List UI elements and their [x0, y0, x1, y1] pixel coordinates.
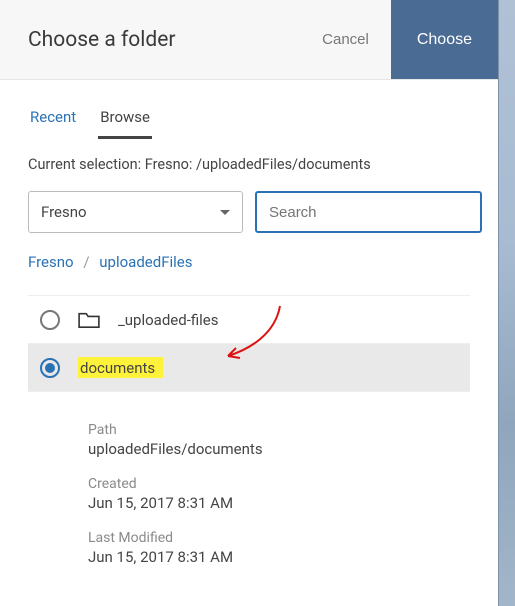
cancel-button[interactable]: Cancel: [300, 0, 391, 79]
detail-label: Last Modified: [88, 530, 470, 546]
detail-modified: Last Modified Jun 15, 2017 8:31 AM: [88, 530, 470, 566]
modal-header: Choose a folder Cancel Choose: [0, 0, 498, 80]
detail-value: Jun 15, 2017 8:31 AM: [88, 548, 470, 566]
detail-value: Jun 15, 2017 8:31 AM: [88, 494, 470, 512]
selection-value: Fresno: /uploadedFiles/documents: [145, 156, 371, 173]
search-input[interactable]: [255, 191, 482, 233]
folder-details: Path uploadedFiles/documents Created Jun…: [28, 392, 470, 566]
breadcrumb-sep: /: [83, 253, 89, 271]
detail-label: Created: [88, 476, 470, 492]
tab-browse[interactable]: Browse: [98, 102, 152, 139]
site-select-value: Fresno: [41, 203, 87, 221]
breadcrumb-item[interactable]: Fresno: [28, 253, 74, 271]
header-actions: Cancel Choose: [300, 0, 498, 79]
detail-label: Path: [88, 422, 470, 438]
tab-recent[interactable]: Recent: [28, 102, 78, 139]
current-selection: Current selection: Fresno: /uploadedFile…: [28, 156, 470, 173]
radio-icon[interactable]: [40, 310, 60, 330]
chevron-down-icon: [220, 210, 230, 215]
radio-icon[interactable]: [40, 358, 60, 378]
background-edge: [498, 0, 515, 606]
detail-created: Created Jun 15, 2017 8:31 AM: [88, 476, 470, 512]
folder-list: _uploaded-files documents: [28, 295, 470, 392]
folder-icon: [78, 311, 100, 329]
detail-value: uploadedFiles/documents: [88, 440, 470, 458]
detail-path: Path uploadedFiles/documents: [88, 422, 470, 458]
modal-title: Choose a folder: [28, 28, 175, 52]
folder-name: _uploaded-files: [118, 311, 219, 329]
tabs: Recent Browse: [28, 102, 470, 140]
breadcrumb-item[interactable]: uploadedFiles: [99, 253, 192, 271]
selection-prefix: Current selection:: [28, 156, 145, 173]
choose-button[interactable]: Choose: [391, 0, 498, 79]
breadcrumb: Fresno / uploadedFiles: [28, 253, 470, 271]
folder-name: documents: [80, 359, 155, 377]
controls-row: Fresno: [28, 191, 470, 233]
modal-body: Recent Browse Current selection: Fresno:…: [0, 80, 498, 566]
folder-row[interactable]: documents: [28, 344, 470, 392]
choose-folder-modal: Choose a folder Cancel Choose Recent Bro…: [0, 0, 498, 606]
folder-row[interactable]: _uploaded-files: [28, 296, 470, 344]
annotation-highlight: documents: [78, 357, 163, 378]
site-select[interactable]: Fresno: [28, 191, 243, 233]
